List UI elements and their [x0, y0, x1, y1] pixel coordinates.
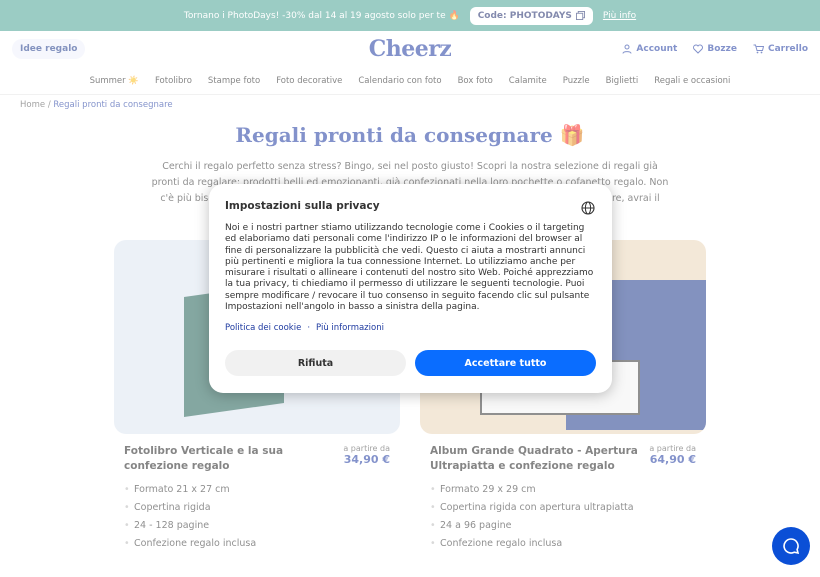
reject-button[interactable]: Rifiuta — [225, 350, 406, 376]
cookie-policy-link[interactable]: Politica dei cookie — [225, 323, 301, 333]
chat-button[interactable] — [772, 527, 810, 565]
chat-bubble-icon — [783, 538, 800, 555]
more-info-link[interactable]: Più informazioni — [316, 323, 384, 333]
modal-body: Noi e i nostri partner stiamo utilizzand… — [225, 223, 594, 313]
modal-title: Impostazioni sulla privacy — [225, 200, 380, 212]
link-separator: · — [307, 323, 311, 334]
accept-all-button[interactable]: Accettare tutto — [415, 350, 596, 376]
language-globe-icon[interactable] — [581, 201, 595, 215]
privacy-modal: Impostazioni sulla privacy Noi e i nostr… — [209, 184, 612, 393]
